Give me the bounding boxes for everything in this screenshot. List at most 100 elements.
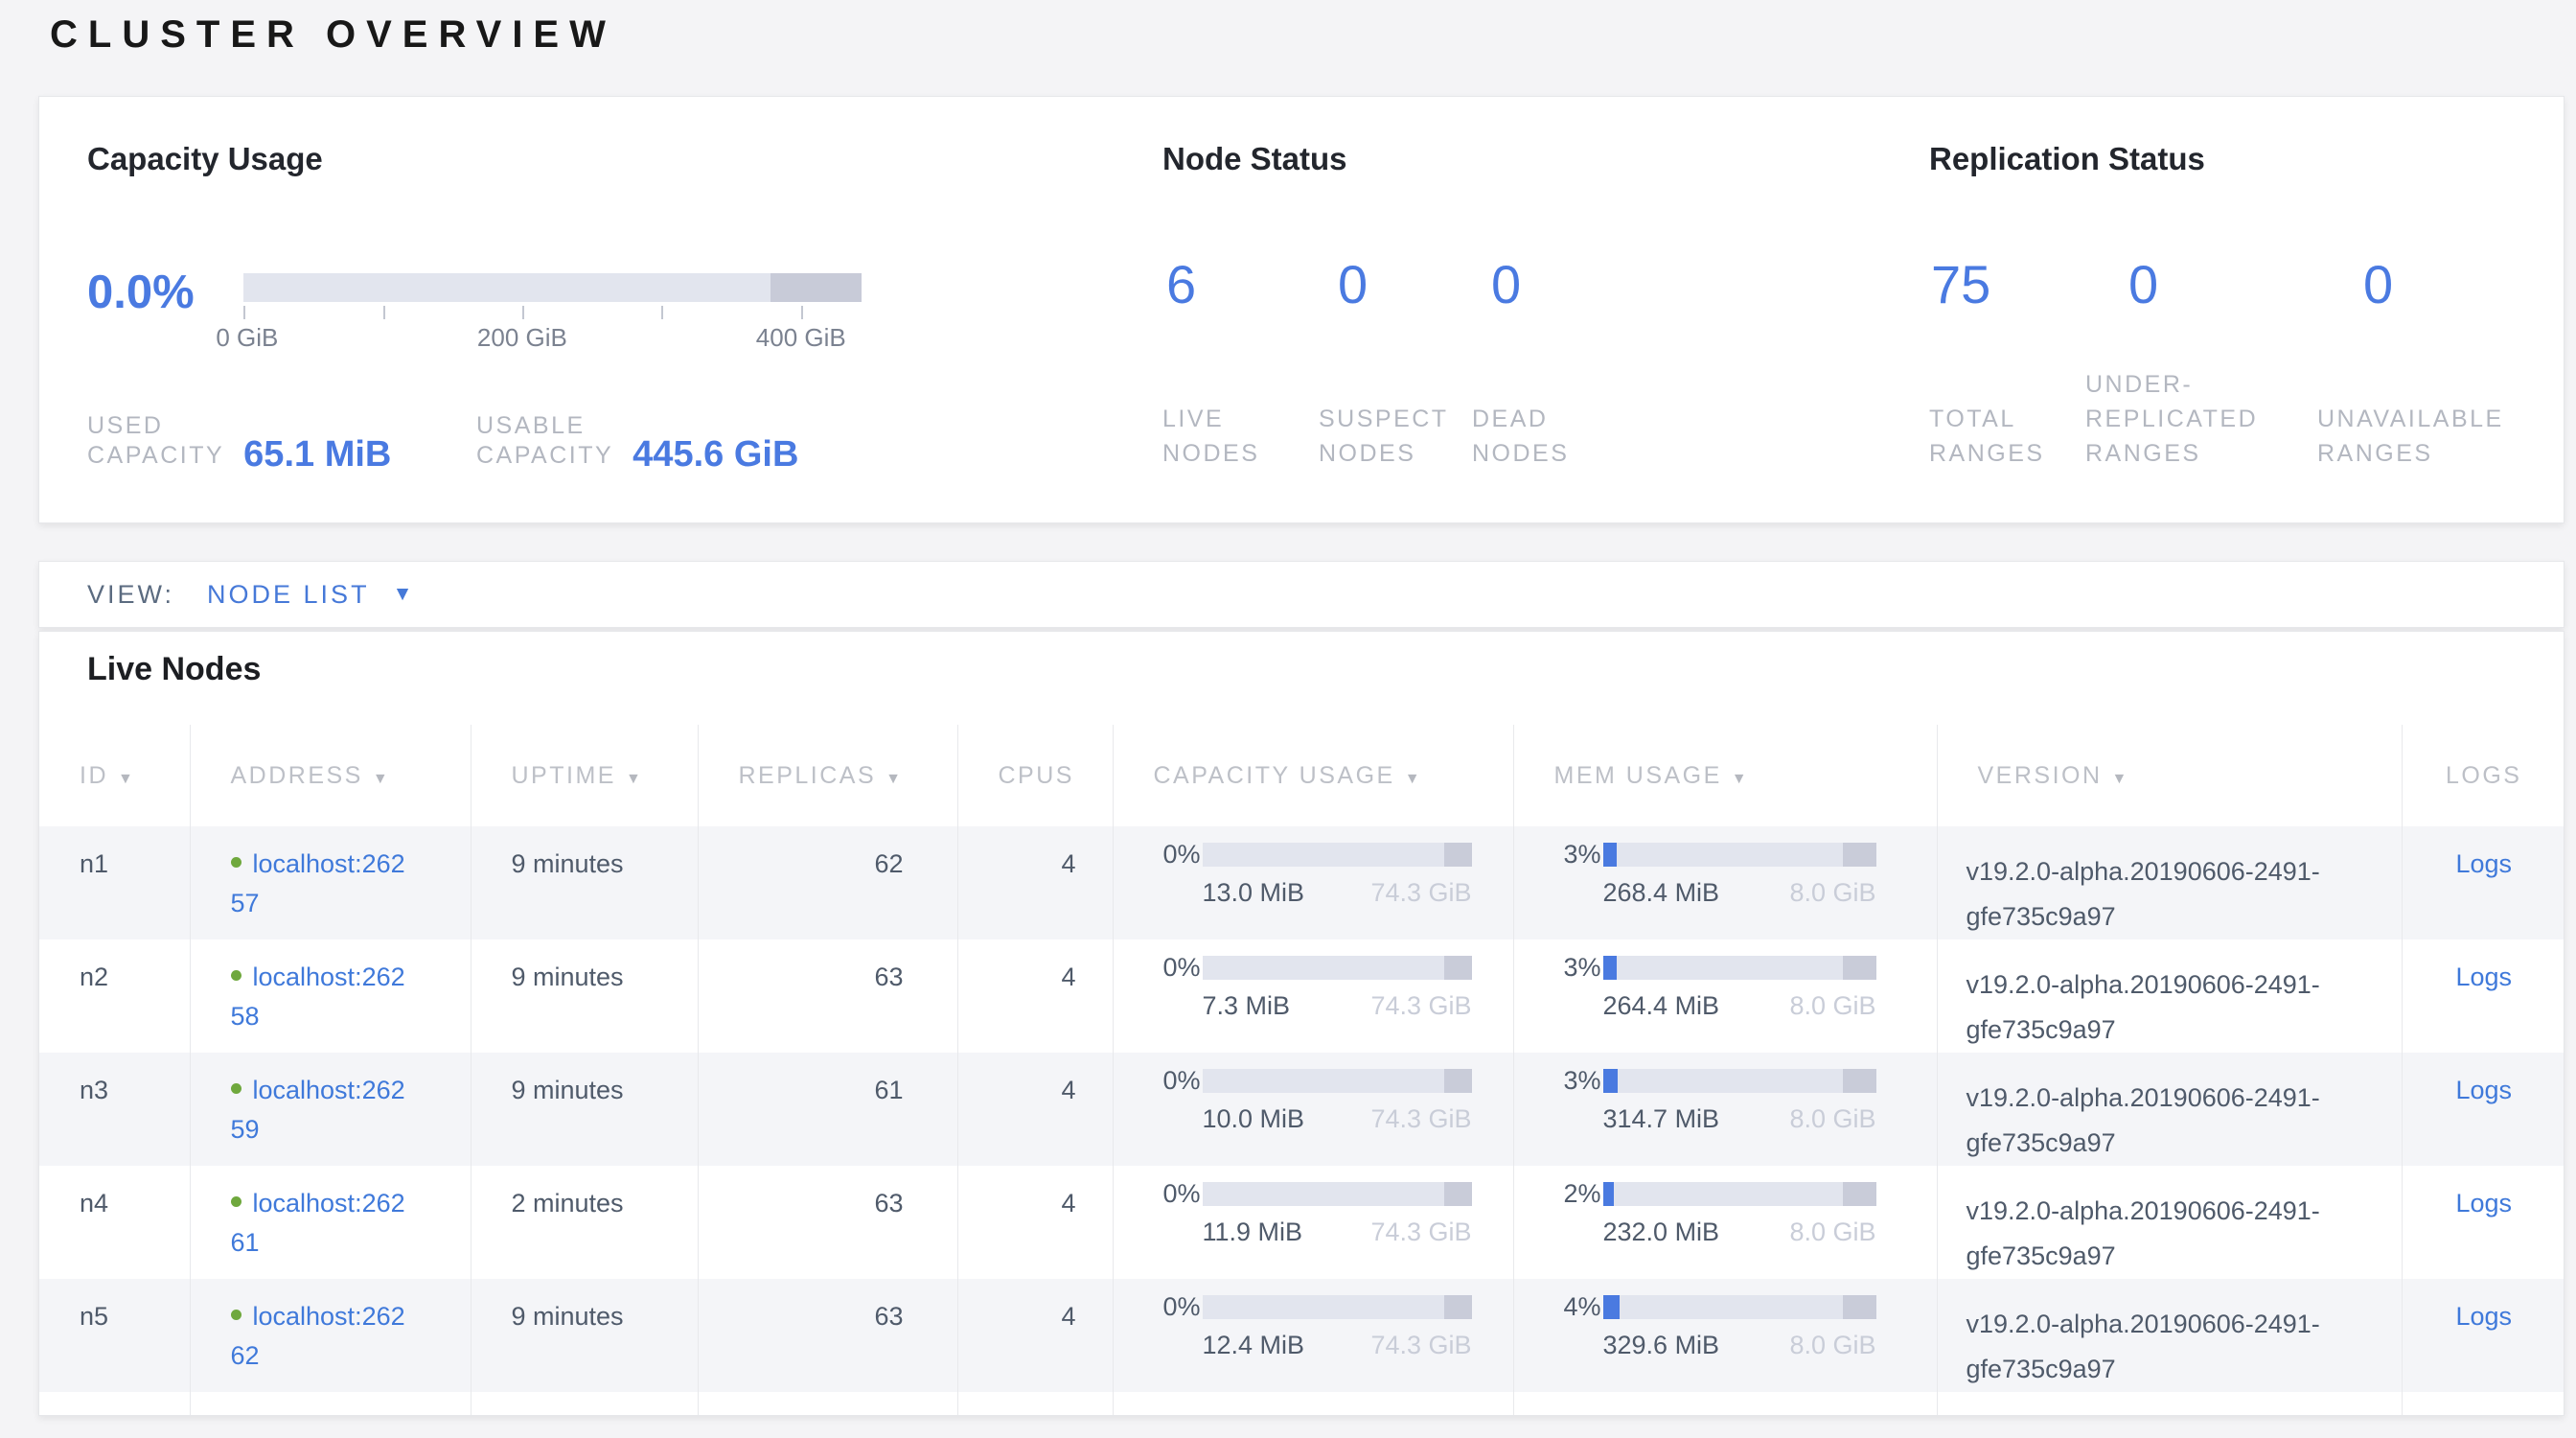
- usable-capacity-value: 445.6 GiB: [632, 438, 798, 471]
- node-address-link-line2[interactable]: 57: [231, 889, 471, 918]
- axis-label-0gib: 0 GiB: [216, 323, 278, 353]
- table-row: n2 localhost:262 58 9 minutes 63 4 0% 7.…: [39, 939, 2564, 1053]
- unavailable-ranges-count: 0: [2363, 256, 2393, 313]
- mem-used-value: 314.7 MiB: [1603, 1104, 1720, 1134]
- live-nodes-count: 6: [1166, 256, 1196, 313]
- mem-percent: 3%: [1564, 840, 1603, 870]
- mem-total-value: 8.0 GiB: [1789, 991, 1875, 1021]
- usable-capacity-stat: USABLE CAPACITY 445.6 GiB: [476, 411, 798, 471]
- node-address-link-line2[interactable]: 59: [231, 1115, 471, 1145]
- usable-capacity-label-line1: USABLE: [476, 411, 613, 441]
- table-row: n4 localhost:262 61 2 minutes 63 4 0% 11…: [39, 1166, 2564, 1279]
- logs-link[interactable]: Logs: [2455, 1302, 2512, 1331]
- capacity-percent: 0%: [1163, 1179, 1203, 1209]
- capacity-usage-heading: Capacity Usage: [87, 141, 323, 177]
- node-capacity-usage-cell: 0% 12.4 MiB 74.3 GiB: [1113, 1279, 1513, 1392]
- logs-link[interactable]: Logs: [2455, 1189, 2512, 1218]
- capacity-total-value: 74.3 GiB: [1370, 1104, 1471, 1134]
- mem-total-value: 8.0 GiB: [1789, 1218, 1875, 1247]
- view-label: VIEW:: [87, 580, 174, 610]
- node-cpus-cell: 4: [957, 1053, 1113, 1166]
- node-address-link[interactable]: localhost:262: [253, 963, 405, 991]
- clipped-table-row: [39, 1392, 2564, 1416]
- node-id-cell: n1: [39, 826, 190, 939]
- unavailable-ranges-label: UNAVAILABLE RANGES: [2317, 402, 2559, 471]
- used-capacity-value: 65.1 MiB: [243, 438, 391, 471]
- node-live-status-icon: [231, 1310, 242, 1320]
- node-address-link[interactable]: localhost:262: [253, 1076, 405, 1104]
- node-version-cell: v19.2.0-alpha.20190606-2491-gfe735c9a97: [1937, 939, 2402, 1053]
- column-header-cpus: CPUS: [957, 725, 1113, 826]
- column-header-mem-usage[interactable]: MEM USAGE▼: [1513, 725, 1937, 826]
- logs-link[interactable]: Logs: [2455, 849, 2512, 878]
- logs-link[interactable]: Logs: [2455, 963, 2512, 991]
- capacity-used-value: 7.3 MiB: [1203, 991, 1291, 1021]
- node-uptime-cell: 9 minutes: [471, 939, 698, 1053]
- node-live-status-icon: [231, 857, 242, 868]
- capacity-gauge: 0 GiB 200 GiB 400 GiB: [243, 273, 862, 352]
- used-capacity-label-line2: CAPACITY: [87, 441, 224, 471]
- node-cpus-cell: 4: [957, 939, 1113, 1053]
- node-cpus-cell: 4: [957, 1166, 1113, 1279]
- dead-nodes-stat: 0 DEAD NODES: [1472, 97, 1616, 522]
- capacity-percent: 0%: [1163, 1066, 1203, 1096]
- mem-percent: 3%: [1564, 1066, 1603, 1096]
- table-row: n5 localhost:262 62 9 minutes 63 4 0% 12…: [39, 1279, 2564, 1392]
- column-header-uptime[interactable]: UPTIME▼: [471, 725, 698, 826]
- mem-bar: [1603, 843, 1876, 867]
- sort-arrow-icon: ▼: [373, 771, 390, 787]
- node-address-link[interactable]: localhost:262: [253, 1302, 405, 1331]
- capacity-gauge-other-usage: [770, 273, 862, 302]
- capacity-total-value: 74.3 GiB: [1370, 878, 1471, 908]
- cluster-overview-page: CLUSTER OVERVIEW Capacity Usage 0.0% 0 G…: [0, 0, 2576, 1438]
- node-address-link-line2[interactable]: 62: [231, 1341, 471, 1371]
- node-address-link[interactable]: localhost:262: [253, 1189, 405, 1218]
- node-uptime-cell: 9 minutes: [471, 826, 698, 939]
- mem-percent: 3%: [1564, 953, 1603, 983]
- node-address-cell: localhost:262 57: [190, 826, 471, 939]
- node-logs-cell: Logs: [2402, 1166, 2564, 1279]
- node-capacity-usage-cell: 0% 7.3 MiB 74.3 GiB: [1113, 939, 1513, 1053]
- node-logs-cell: Logs: [2402, 1279, 2564, 1392]
- capacity-gauge-axis-labels: 0 GiB 200 GiB 400 GiB: [243, 323, 862, 352]
- node-capacity-usage-cell: 0% 13.0 MiB 74.3 GiB: [1113, 826, 1513, 939]
- node-live-status-icon: [231, 970, 242, 981]
- node-capacity-usage-cell: 0% 10.0 MiB 74.3 GiB: [1113, 1053, 1513, 1166]
- node-address-link-line2[interactable]: 61: [231, 1228, 471, 1258]
- node-status-section: Node Status 6 LIVE NODES 0 SUSPECT NODES…: [1162, 97, 1929, 522]
- sort-arrow-icon: ▼: [1405, 771, 1422, 787]
- total-ranges-label: TOTAL RANGES: [1929, 402, 2078, 471]
- node-address-link[interactable]: localhost:262: [253, 849, 405, 878]
- mem-total-value: 8.0 GiB: [1789, 878, 1875, 908]
- capacity-total-value: 74.3 GiB: [1370, 1218, 1471, 1247]
- column-header-address[interactable]: ADDRESS▼: [190, 725, 471, 826]
- mem-bar: [1603, 1182, 1876, 1206]
- chevron-down-icon[interactable]: ▼: [393, 583, 413, 606]
- node-live-status-icon: [231, 1083, 242, 1094]
- dead-nodes-label: DEAD NODES: [1472, 402, 1616, 471]
- mem-used-value: 232.0 MiB: [1603, 1218, 1720, 1247]
- column-header-replicas[interactable]: REPLICAS▼: [698, 725, 957, 826]
- capacity-total-value: 74.3 GiB: [1370, 1331, 1471, 1360]
- suspect-nodes-label: SUSPECT NODES: [1319, 402, 1472, 471]
- sort-arrow-icon: ▼: [118, 771, 135, 787]
- sort-arrow-icon: ▼: [1732, 771, 1749, 787]
- mem-used-value: 329.6 MiB: [1603, 1331, 1720, 1360]
- capacity-used-value: 13.0 MiB: [1203, 878, 1305, 908]
- column-header-version[interactable]: VERSION▼: [1937, 725, 2402, 826]
- node-mem-usage-cell: 3% 264.4 MiB 8.0 GiB: [1513, 939, 1937, 1053]
- node-uptime-cell: 9 minutes: [471, 1053, 698, 1166]
- view-dropdown-selected[interactable]: NODE LIST: [207, 580, 370, 610]
- capacity-gauge-track: [243, 273, 862, 302]
- used-capacity-label-line1: USED: [87, 411, 224, 441]
- total-ranges-stat: 75 TOTAL RANGES: [1929, 97, 2078, 522]
- column-header-capacity-usage[interactable]: CAPACITY USAGE▼: [1113, 725, 1513, 826]
- used-capacity-stat: USED CAPACITY 65.1 MiB: [87, 411, 391, 471]
- node-address-link-line2[interactable]: 58: [231, 1002, 471, 1032]
- node-mem-usage-cell: 2% 232.0 MiB 8.0 GiB: [1513, 1166, 1937, 1279]
- capacity-percent: 0%: [1163, 953, 1203, 983]
- view-dropdown[interactable]: NODE LIST ▼: [207, 580, 412, 610]
- page-title: CLUSTER OVERVIEW: [50, 13, 616, 57]
- column-header-id[interactable]: ID▼: [39, 725, 190, 826]
- logs-link[interactable]: Logs: [2455, 1076, 2512, 1104]
